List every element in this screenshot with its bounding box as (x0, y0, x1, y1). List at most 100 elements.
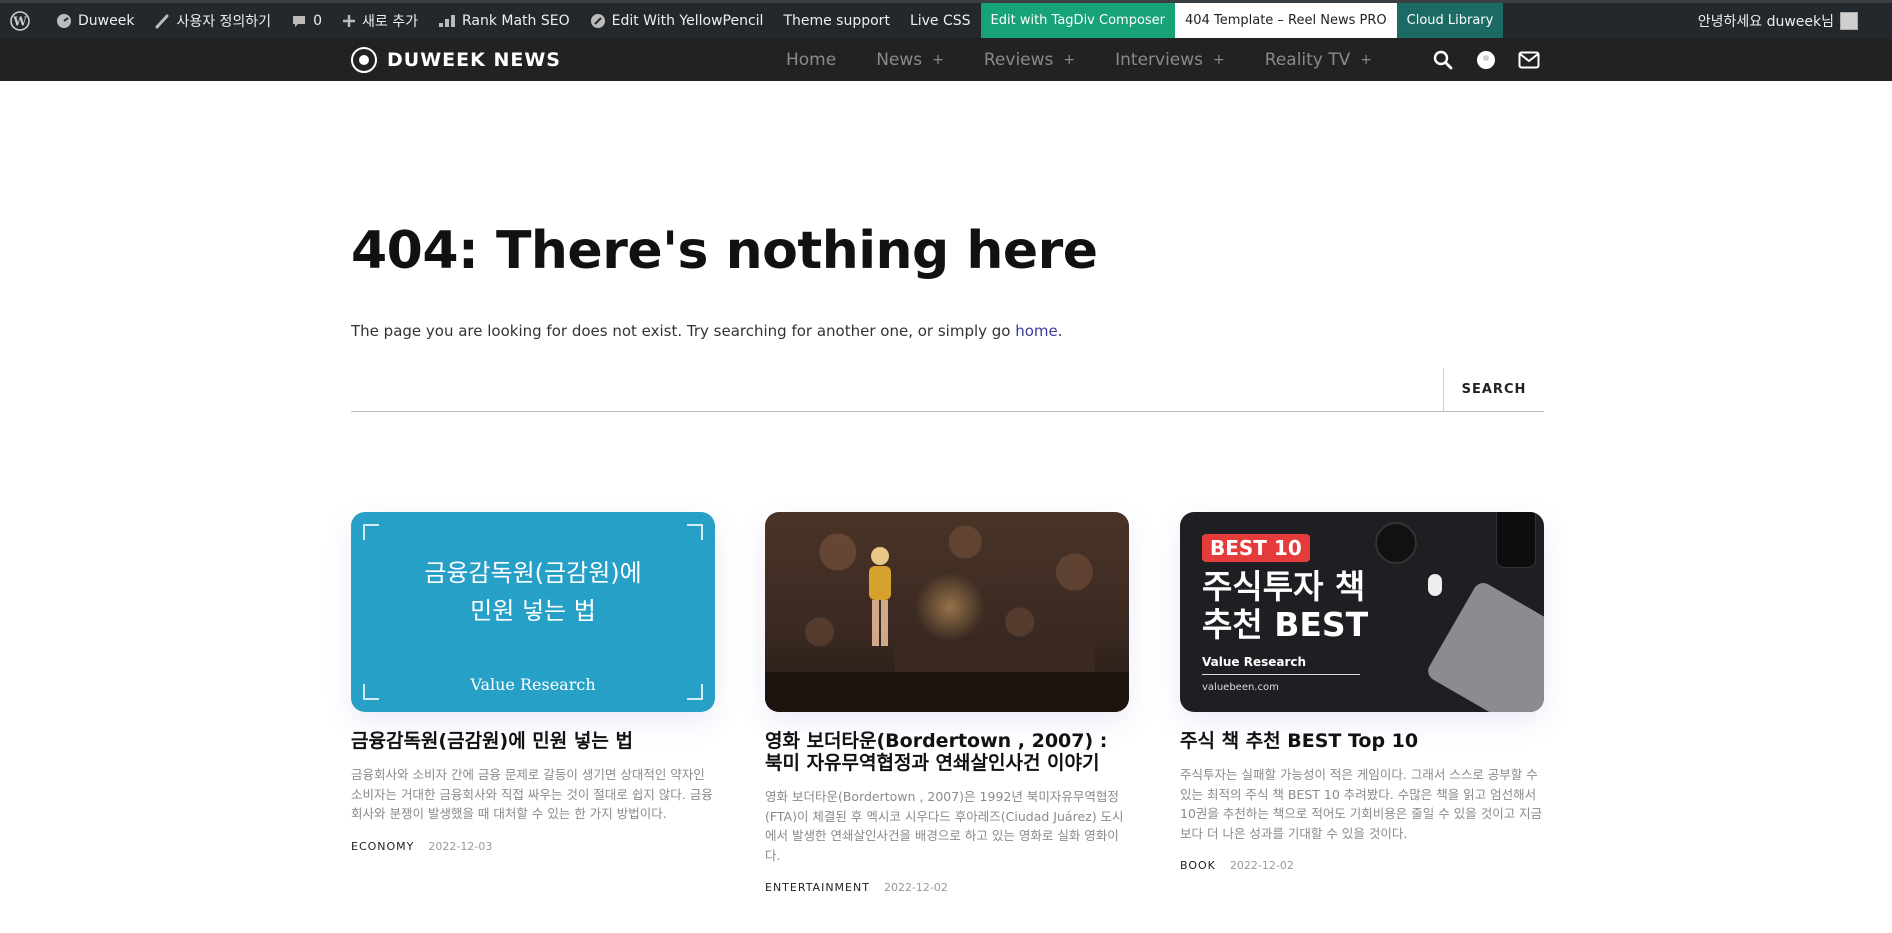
thumbnail-line: 금융감독원(금감원)에 (424, 559, 642, 587)
floor-shape (765, 672, 1129, 712)
home-link[interactable]: home (1015, 322, 1058, 340)
nav-label: Interviews (1115, 49, 1204, 70)
comments-link[interactable]: 0 (281, 3, 332, 38)
laptop-shape (1424, 579, 1544, 712)
tagdiv-composer-label: Edit with TagDiv Composer (990, 13, 1166, 28)
logo-mark-icon (351, 46, 377, 73)
post-title[interactable]: 영화 보더타운(Bordertown , 2007) : 북미 자유무역협정과 … (765, 730, 1129, 774)
theme-support-link[interactable]: Theme support (773, 3, 900, 38)
greeting-label: 안녕하세요 duweek님 (1697, 13, 1834, 30)
not-found-description: The page you are looking for does not ex… (351, 322, 1063, 340)
lamp-glow (915, 572, 985, 642)
post-category[interactable]: BOOK (1180, 859, 1216, 872)
yellowpencil-label: Edit With YellowPencil (611, 12, 764, 29)
cloud-library-label: Cloud Library (1406, 13, 1494, 28)
search-input[interactable] (351, 368, 1443, 411)
post-thumbnail[interactable]: 금융감독원(금감원)에 민원 넣는 법 Value Research (351, 512, 715, 712)
submenu-plus-icon: + (1213, 51, 1225, 68)
nav-item-reality-tv[interactable]: Reality TV + (1265, 50, 1372, 70)
submenu-plus-icon: + (932, 51, 944, 68)
post-date: 2022-12-02 (1229, 859, 1294, 872)
post-meta: BOOK 2022-12-02 (1180, 859, 1544, 872)
thumbnail-site: valuebeen.com (1202, 682, 1279, 693)
post-meta: ENTERTAINMENT 2022-12-02 (765, 881, 1129, 894)
nav-item-news[interactable]: News + (876, 50, 944, 70)
coffee-cup-shape (1375, 522, 1417, 564)
post-excerpt: 금융회사와 소비자 간에 금융 문제로 갈등이 생기면 상대적인 약자인 소비자… (351, 767, 713, 821)
site-name-link[interactable]: Duweek (46, 3, 144, 38)
nav-item-home[interactable]: Home (786, 50, 836, 70)
search-form: SEARCH (351, 368, 1544, 412)
post-card: 금융감독원(금감원)에 민원 넣는 법 Value Research 금융감독원… (351, 512, 715, 853)
thumbnail-line: 주식투자 책 (1202, 567, 1366, 606)
thumbnail-brand: Value Research (470, 675, 596, 694)
main-navigation: Home News + Reviews + Interviews + Reali… (786, 38, 1412, 81)
thumbnail-badge: BEST 10 (1202, 534, 1310, 562)
mail-icon[interactable] (1518, 49, 1540, 71)
customize-link[interactable]: 사용자 정의하기 (144, 3, 281, 38)
nav-label: Reality TV (1264, 49, 1351, 70)
my-account-link[interactable]: 안녕하세요 duweek님 (1698, 3, 1858, 38)
plus-icon (342, 14, 356, 28)
corner-mark-icon (363, 524, 379, 540)
header-icons (1432, 38, 1561, 81)
thumbnail-brand: Value Research (1202, 655, 1307, 669)
page-title: 404: There's nothing here (351, 221, 1098, 281)
wordpress-icon: W (10, 10, 30, 31)
avatar (1840, 11, 1858, 30)
post-date: 2022-12-03 (428, 839, 493, 853)
thumbnail-headline: 금융감독원(금감원)에 민원 넣는 법 (351, 554, 715, 630)
post-title[interactable]: 주식 책 추천 BEST Top 10 (1180, 730, 1544, 752)
wordpress-logo-button[interactable]: W (0, 3, 46, 38)
yellowpencil-link[interactable]: Edit With YellowPencil (580, 3, 774, 38)
rank-math-link[interactable]: Rank Math SEO (428, 3, 580, 38)
theme-support-label: Theme support (783, 12, 890, 29)
rank-math-label: Rank Math SEO (461, 12, 570, 29)
brush-icon (154, 13, 170, 29)
tagdiv-composer-button[interactable]: Edit with TagDiv Composer (980, 3, 1176, 38)
live-css-label: Live CSS (909, 12, 971, 29)
description-text: The page you are looking for does not ex… (351, 322, 1016, 340)
thumbnail-line: 추천 BEST (1202, 605, 1369, 644)
post-thumbnail[interactable]: BEST 10 주식투자 책 추천 BEST Value Research va… (1180, 512, 1544, 712)
new-content-link[interactable]: 새로 추가 (332, 3, 428, 38)
user-icon[interactable] (1475, 49, 1497, 71)
phone-shape (1496, 512, 1536, 568)
thumbnail-divider (1202, 674, 1360, 675)
search-button[interactable]: SEARCH (1443, 368, 1544, 411)
nav-item-interviews[interactable]: Interviews + (1115, 50, 1225, 70)
post-category[interactable]: ECONOMY (351, 840, 414, 853)
thumbnail-line: 민원 넣는 법 (470, 597, 596, 625)
post-title[interactable]: 금융감독원(금감원)에 민원 넣는 법 (351, 730, 715, 752)
nav-item-reviews[interactable]: Reviews + (984, 50, 1075, 70)
comments-count: 0 (313, 12, 322, 29)
nav-label: Reviews (983, 49, 1054, 70)
site-name-label: Duweek (78, 12, 135, 29)
comment-icon (291, 13, 307, 29)
search-icon[interactable] (1432, 49, 1454, 71)
admin-bar: W Duweek 사용자 정의하기 0 새로 추가 Rank Math SEO (0, 0, 1892, 38)
template-label: 404 Template – Reel News PRO (1185, 13, 1387, 28)
post-excerpt: 주식투자는 실패할 가능성이 적은 게임이다. 그래서 스스로 공부할 수 있는… (1180, 767, 1543, 841)
live-css-link[interactable]: Live CSS (900, 3, 981, 38)
corner-mark-icon (687, 524, 703, 540)
site-logo[interactable]: DUWEEK NEWS (351, 38, 561, 81)
post-thumbnail[interactable] (765, 512, 1129, 712)
rank-math-icon (438, 13, 456, 29)
nav-label: Home (786, 49, 837, 70)
post-card: 영화 보더타운(Bordertown , 2007) : 북미 자유무역협정과 … (765, 512, 1129, 894)
template-button[interactable]: 404 Template – Reel News PRO (1175, 3, 1397, 38)
dashboard-icon (56, 13, 72, 29)
post-excerpt: 영화 보더타운(Bordertown , 2007)은 1992년 북미자유무역… (765, 789, 1124, 863)
submenu-plus-icon: + (1063, 51, 1076, 68)
post-card: BEST 10 주식투자 책 추천 BEST Value Research va… (1180, 512, 1544, 872)
cloud-library-button[interactable]: Cloud Library (1396, 3, 1504, 38)
description-suffix: . (1057, 322, 1063, 340)
submenu-plus-icon: + (1360, 51, 1373, 68)
nav-label: News (876, 49, 923, 70)
woman-figure-icon (869, 547, 891, 646)
post-date: 2022-12-02 (883, 881, 948, 894)
customize-label: 사용자 정의하기 (176, 13, 272, 30)
site-header: DUWEEK NEWS Home News + Reviews + Interv… (0, 38, 1892, 81)
post-category[interactable]: ENTERTAINMENT (765, 881, 870, 894)
